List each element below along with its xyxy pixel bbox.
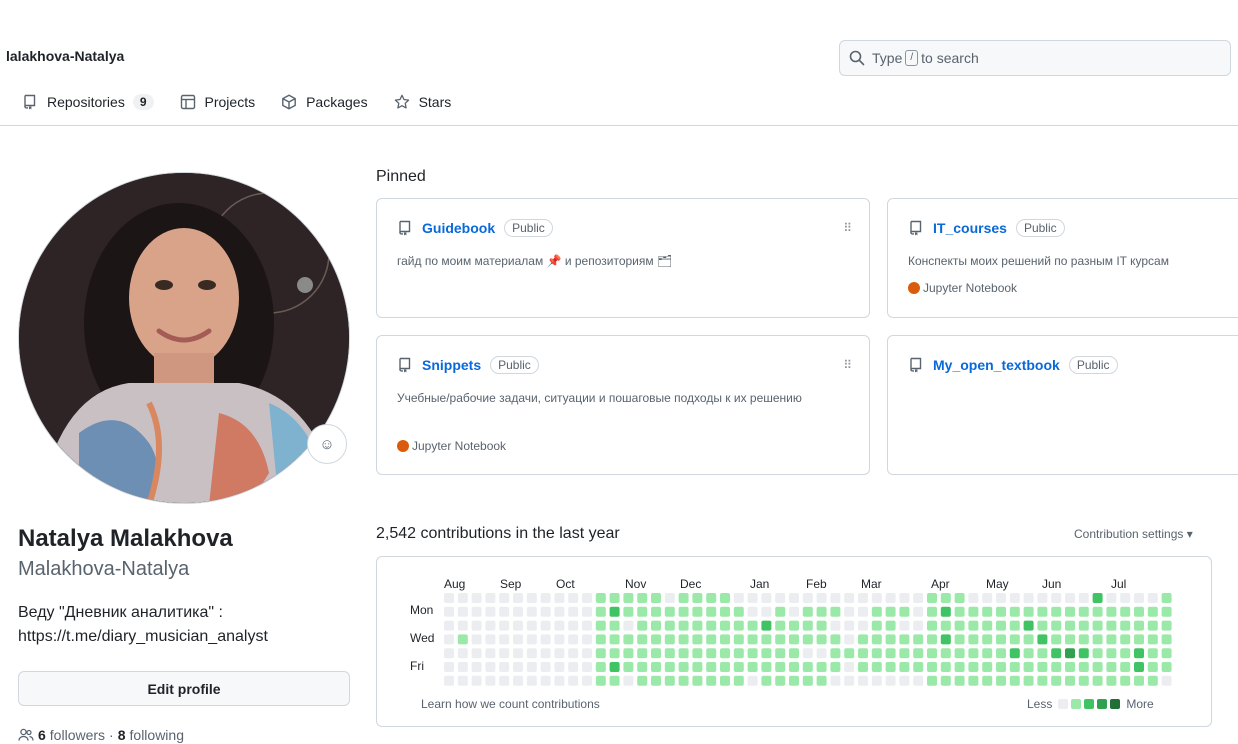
avatar[interactable] bbox=[18, 172, 350, 504]
tab-stars[interactable]: Stars bbox=[394, 94, 452, 110]
tab-label: Packages bbox=[306, 94, 368, 110]
repo-link[interactable]: Guidebook bbox=[422, 220, 495, 236]
language-color-dot bbox=[397, 440, 409, 452]
language-color-dot bbox=[908, 282, 920, 294]
legend-level-2 bbox=[1084, 699, 1095, 709]
set-status-button[interactable]: ☺ bbox=[307, 424, 347, 464]
language-label: Jupyter Notebook bbox=[923, 281, 1018, 295]
following-label: following bbox=[129, 727, 184, 743]
repo-icon bbox=[399, 357, 411, 373]
star-icon bbox=[394, 94, 409, 109]
repo-icon bbox=[24, 94, 36, 110]
legend-level-4 bbox=[1110, 699, 1121, 709]
repo-icon bbox=[910, 357, 922, 373]
day-label: Fri bbox=[410, 659, 424, 673]
profile-full-name: Natalya Malakhova bbox=[18, 525, 233, 552]
legend-less-label: Less bbox=[1027, 697, 1053, 711]
month-label: Jan bbox=[750, 577, 770, 591]
visibility-badge: Public bbox=[1068, 356, 1118, 374]
pinned-repo-card: IT_courses Public Конспекты моих решений… bbox=[887, 198, 1238, 318]
contribution-legend: Less More bbox=[1027, 697, 1154, 711]
legend-level-1 bbox=[1071, 699, 1082, 709]
repo-language: Jupyter Notebook bbox=[908, 281, 1017, 295]
tab-label: Stars bbox=[418, 94, 452, 110]
month-label: Nov bbox=[625, 577, 647, 591]
tab-label: Repositories bbox=[47, 94, 125, 110]
search-shortcut-key: / bbox=[905, 50, 919, 66]
search-placeholder: Type bbox=[872, 50, 903, 66]
repo-icon bbox=[399, 220, 411, 236]
month-label: Feb bbox=[806, 577, 827, 591]
legend-level-0 bbox=[1058, 699, 1069, 709]
followers-count: 6 bbox=[38, 727, 46, 743]
repo-icon bbox=[910, 220, 922, 236]
top-bar: lalakhova-Natalya Type / to search bbox=[0, 12, 1238, 82]
month-label: Jul bbox=[1111, 577, 1127, 591]
people-icon bbox=[18, 728, 34, 741]
language-label: Jupyter Notebook bbox=[412, 439, 507, 453]
month-label: Oct bbox=[556, 577, 575, 591]
profile-login: Malakhova-Natalya bbox=[18, 558, 190, 580]
contributions-heading: 2,542 contributions in the last year bbox=[376, 525, 620, 542]
table-icon bbox=[180, 94, 195, 110]
repo-link[interactable]: My_open_textbook bbox=[933, 357, 1060, 373]
repo-link[interactable]: IT_courses bbox=[933, 220, 1007, 236]
smiley-icon: ☺ bbox=[319, 435, 335, 453]
legend-level-3 bbox=[1097, 699, 1108, 709]
username-context[interactable]: lalakhova-Natalya bbox=[6, 48, 124, 64]
followers-link[interactable]: 6 followers bbox=[38, 727, 105, 743]
tab-projects[interactable]: Projects bbox=[180, 94, 256, 110]
legend-more-label: More bbox=[1126, 697, 1154, 711]
repo-language: Jupyter Notebook bbox=[397, 439, 506, 453]
month-label: May bbox=[986, 577, 1009, 591]
drag-handle-icon[interactable]: ⠿ bbox=[843, 358, 852, 372]
repo-description: Учебные/рабочие задачи, ситуации и пошаг… bbox=[397, 391, 802, 405]
month-label: Mar bbox=[861, 577, 882, 591]
learn-contributions-link[interactable]: Learn how we count contributions bbox=[421, 697, 600, 711]
following-link[interactable]: 8 following bbox=[118, 727, 184, 743]
pinned-heading: Pinned bbox=[376, 168, 426, 185]
search-input[interactable]: Type / to search bbox=[839, 40, 1231, 76]
visibility-badge: Public bbox=[504, 219, 553, 237]
tab-repositories[interactable]: Repositories 9 bbox=[22, 94, 154, 110]
month-label: Dec bbox=[680, 577, 702, 591]
month-label: Aug bbox=[444, 577, 466, 591]
profile-tabs: Repositories 9 Projects Packages Stars bbox=[22, 90, 477, 114]
repo-link[interactable]: Snippets bbox=[422, 357, 481, 373]
day-label: Mon bbox=[410, 603, 434, 617]
month-label: Apr bbox=[931, 577, 950, 591]
repo-description: гайд по моим материалам 📌 и репозиториям… bbox=[397, 254, 673, 268]
edit-profile-button[interactable]: Edit profile bbox=[18, 671, 350, 706]
repo-count-badge: 9 bbox=[132, 94, 154, 110]
pinned-repo-card: Guidebook Public ⠿ гайд по моим материал… bbox=[376, 198, 870, 318]
profile-bio: Веду "Дневник аналитика" : https://t.me/… bbox=[18, 604, 268, 645]
followers-label: followers bbox=[49, 727, 106, 743]
visibility-badge: Public bbox=[490, 356, 539, 374]
drag-handle-icon[interactable]: ⠿ bbox=[843, 221, 852, 235]
month-label: Sep bbox=[500, 577, 522, 591]
search-icon bbox=[849, 50, 865, 66]
following-count: 8 bbox=[117, 727, 126, 743]
day-label: Wed bbox=[410, 631, 435, 645]
month-label: Jun bbox=[1042, 577, 1062, 591]
tab-packages[interactable]: Packages bbox=[281, 94, 368, 110]
visibility-badge: Public bbox=[1015, 219, 1065, 237]
contribution-settings-dropdown[interactable]: Contribution settings ▾ bbox=[1074, 527, 1193, 541]
tab-label: Projects bbox=[204, 94, 256, 110]
pinned-repo-card: Snippets Public ⠿ Учебные/рабочие задачи… bbox=[376, 335, 870, 475]
follow-stats: 6 followers · 8 following bbox=[18, 727, 184, 743]
search-placeholder-suffix: to search bbox=[921, 50, 979, 66]
repo-description: Конспекты моих решений по разным IT курс… bbox=[908, 254, 1169, 268]
avatar-photo bbox=[19, 173, 349, 503]
tabs-divider bbox=[0, 125, 1238, 126]
pinned-repo-card: My_open_textbook Public bbox=[887, 335, 1238, 475]
stats-separator: · bbox=[109, 727, 114, 743]
package-icon bbox=[282, 94, 296, 110]
